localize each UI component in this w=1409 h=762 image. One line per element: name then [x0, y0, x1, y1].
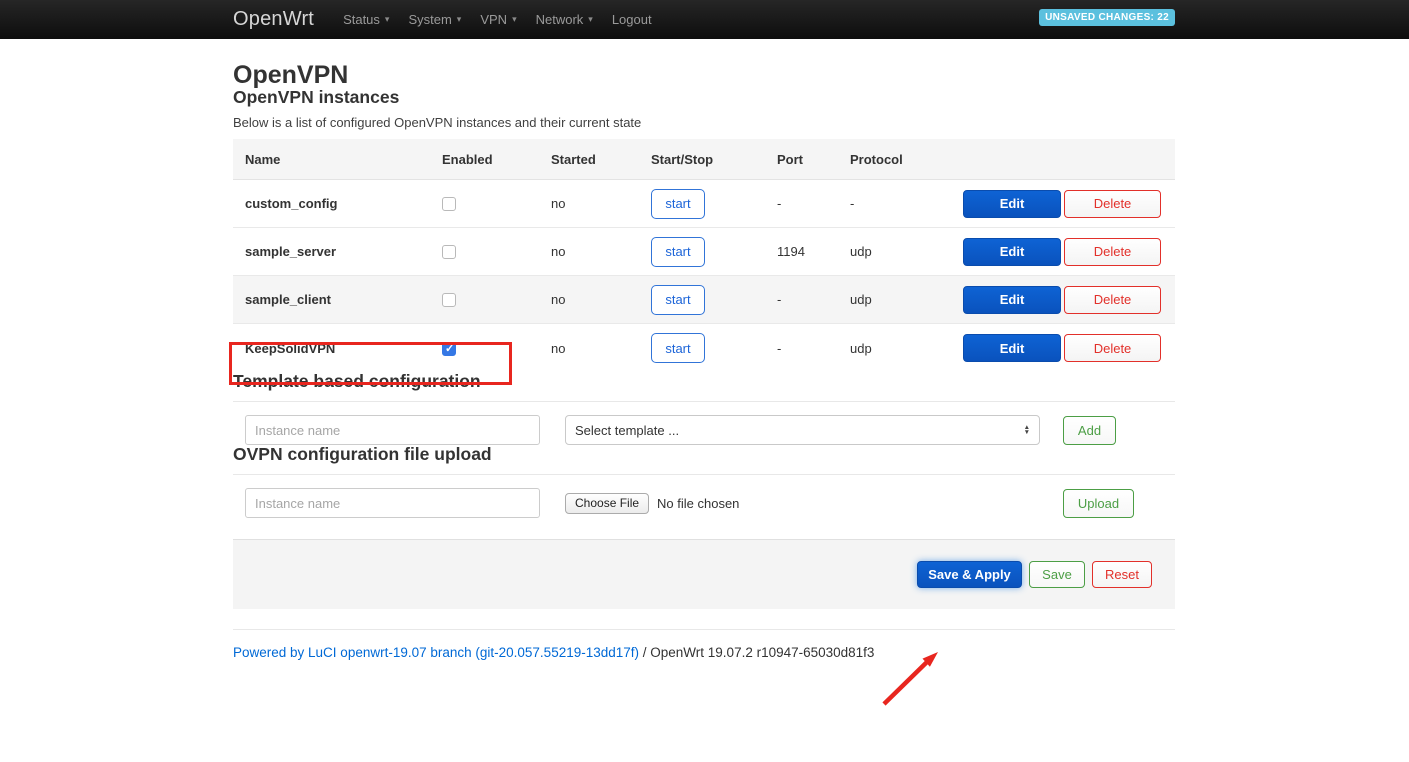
started-value: no	[539, 244, 639, 259]
column-header-enabled: Enabled	[430, 152, 539, 167]
column-header-start-stop: Start/Stop	[639, 152, 765, 167]
instance-name: custom_config	[233, 196, 430, 211]
enabled-checkbox[interactable]	[442, 245, 456, 259]
started-value: no	[539, 341, 639, 356]
delete-button[interactable]: Delete	[1064, 190, 1161, 218]
protocol-value: udp	[838, 292, 951, 307]
table-row-sample-server: sample_server no start 1194 udp Edit Del…	[233, 228, 1175, 276]
chevron-down-icon: ▾	[512, 15, 517, 24]
reset-button[interactable]: Reset	[1092, 561, 1152, 588]
port-value: -	[765, 292, 838, 307]
nav-item-system[interactable]: System ▾	[408, 12, 461, 27]
edit-button[interactable]: Edit	[963, 286, 1061, 314]
add-button[interactable]: Add	[1063, 416, 1116, 445]
start-button[interactable]: start	[651, 237, 705, 267]
column-header-port: Port	[765, 152, 838, 167]
footer-text: Powered by LuCI openwrt-19.07 branch (gi…	[233, 645, 1175, 660]
table-header-row: Name Enabled Started Start/Stop Port Pro…	[233, 139, 1175, 180]
nav-item-label: Network	[536, 12, 584, 27]
nav-item-network[interactable]: Network ▾	[536, 12, 593, 27]
instance-name: sample_client	[233, 292, 430, 307]
port-value: -	[765, 341, 838, 356]
start-button[interactable]: start	[651, 189, 705, 219]
edit-button[interactable]: Edit	[963, 334, 1061, 362]
upload-button[interactable]: Upload	[1063, 489, 1134, 518]
chevron-down-icon: ▾	[588, 15, 593, 24]
protocol-value: udp	[838, 341, 951, 356]
nav-item-label: VPN	[480, 12, 507, 27]
delete-button[interactable]: Delete	[1064, 334, 1161, 362]
instance-name: KeepSolidVPN	[233, 341, 430, 356]
nav-item-label: Logout	[612, 12, 652, 27]
enabled-checkbox[interactable]	[442, 293, 456, 307]
protocol-value: -	[838, 196, 951, 211]
template-select[interactable]: Select template ... ▲ ▼	[565, 415, 1040, 445]
started-value: no	[539, 196, 639, 211]
instances-table: Name Enabled Started Start/Stop Port Pro…	[233, 139, 1175, 372]
main-content: OpenVPN OpenVPN instances Below is a lis…	[233, 62, 1175, 660]
save-apply-button[interactable]: Save & Apply	[917, 561, 1022, 588]
select-arrows-icon: ▲ ▼	[1024, 425, 1030, 435]
save-button[interactable]: Save	[1029, 561, 1085, 588]
instance-name: sample_server	[233, 244, 430, 259]
divider	[233, 474, 1175, 475]
chevron-down-icon: ▾	[385, 15, 390, 24]
column-header-started: Started	[539, 152, 639, 167]
upload-instance-name-input[interactable]	[245, 488, 540, 518]
column-header-name: Name	[233, 152, 430, 167]
no-file-chosen-text: No file chosen	[657, 496, 739, 511]
divider	[233, 401, 1175, 402]
port-value: -	[765, 196, 838, 211]
started-value: no	[539, 292, 639, 307]
upload-config-title: OVPN configuration file upload	[233, 445, 1175, 463]
nav-item-label: Status	[343, 12, 380, 27]
edit-button[interactable]: Edit	[963, 190, 1061, 218]
table-row-keepsolidvpn: KeepSolidVPN no start - udp Edit Delete	[233, 324, 1175, 372]
start-button[interactable]: start	[651, 333, 705, 363]
template-instance-name-input[interactable]	[245, 415, 540, 445]
luci-version-link[interactable]: Powered by LuCI openwrt-19.07 branch (gi…	[233, 645, 639, 660]
chevron-down-icon: ▾	[457, 15, 462, 24]
enabled-checkbox[interactable]	[442, 342, 456, 356]
top-navbar: OpenWrt Status ▾ System ▾ VPN ▾ Network …	[0, 0, 1409, 39]
page-actions-bar: Save & Apply Save Reset	[233, 539, 1175, 609]
file-input-group: Choose File No file chosen	[565, 493, 739, 514]
instances-section-description: Below is a list of configured OpenVPN in…	[233, 115, 1175, 130]
page-title: OpenVPN	[233, 62, 1175, 88]
nav-item-label: System	[408, 12, 451, 27]
column-header-protocol: Protocol	[838, 152, 951, 167]
nav-item-vpn[interactable]: VPN ▾	[480, 12, 516, 27]
choose-file-button[interactable]: Choose File	[565, 493, 649, 514]
delete-button[interactable]: Delete	[1064, 286, 1161, 314]
protocol-value: udp	[838, 244, 951, 259]
template-config-form: Select template ... ▲ ▼ Add	[233, 415, 1175, 445]
template-select-value: Select template ...	[575, 423, 679, 438]
firmware-version-text: / OpenWrt 19.07.2 r10947-65030d81f3	[639, 645, 874, 660]
footer-divider	[233, 629, 1175, 630]
unsaved-changes-badge[interactable]: UNSAVED CHANGES: 22	[1039, 9, 1175, 26]
instances-section-title: OpenVPN instances	[233, 88, 1175, 106]
brand-logo[interactable]: OpenWrt	[233, 8, 314, 31]
nav-item-status[interactable]: Status ▾	[343, 12, 389, 27]
table-row-custom-config: custom_config no start - - Edit Delete	[233, 180, 1175, 228]
delete-button[interactable]: Delete	[1064, 238, 1161, 266]
template-config-title: Template based configuration	[233, 372, 1175, 390]
enabled-checkbox[interactable]	[442, 197, 456, 211]
table-row-sample-client: sample_client no start - udp Edit Delete	[233, 276, 1175, 324]
nav-item-logout[interactable]: Logout	[612, 12, 652, 27]
port-value: 1194	[765, 244, 838, 259]
edit-button[interactable]: Edit	[963, 238, 1061, 266]
upload-config-form: Choose File No file chosen Upload	[233, 488, 1175, 518]
start-button[interactable]: start	[651, 285, 705, 315]
nav-menu: Status ▾ System ▾ VPN ▾ Network ▾ Logout	[343, 12, 652, 27]
